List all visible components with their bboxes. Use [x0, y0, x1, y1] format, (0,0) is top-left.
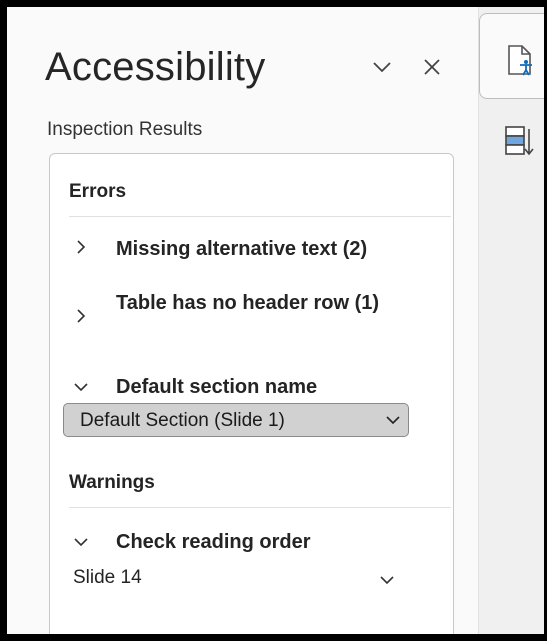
side-toolbar: [479, 7, 544, 634]
close-icon: [424, 59, 440, 75]
issue-check-reading-order[interactable]: Check reading order: [116, 525, 446, 559]
chevron-right-icon[interactable]: [74, 309, 88, 323]
reading-order-slide-item[interactable]: Slide 14: [73, 567, 142, 589]
pane-options-button[interactable]: [366, 51, 398, 83]
reading-order-icon[interactable]: [504, 125, 534, 159]
errors-heading: Errors: [69, 181, 127, 202]
chevron-down-icon: [386, 416, 400, 425]
app-frame: Accessibility Inspection Results Errors …: [7, 7, 544, 634]
issue-default-section-name[interactable]: Default section name: [116, 370, 446, 404]
divider: [69, 507, 451, 508]
close-pane-button[interactable]: [416, 51, 448, 83]
divider: [69, 216, 451, 217]
accessibility-tool-button[interactable]: [479, 13, 544, 99]
inspection-results-list: Errors Missing alternative text (2) Tabl…: [49, 153, 454, 634]
pane-title: Accessibility: [45, 45, 266, 89]
selected-result-default-section[interactable]: Default Section (Slide 1): [63, 403, 409, 437]
issue-table-no-header[interactable]: Table has no header row (1): [116, 286, 406, 320]
chevron-down-icon[interactable]: [380, 575, 394, 585]
accessibility-pane: Accessibility Inspection Results Errors …: [7, 7, 479, 634]
issue-missing-alt-text[interactable]: Missing alternative text (2): [116, 232, 446, 266]
warnings-heading: Warnings: [69, 472, 155, 493]
selected-result-label: Default Section (Slide 1): [80, 410, 285, 431]
chevron-down-icon: [373, 62, 391, 73]
chevron-down-icon[interactable]: [74, 535, 88, 549]
chevron-down-icon[interactable]: [74, 380, 88, 394]
accessibility-document-icon: [508, 45, 532, 76]
inspection-results-label: Inspection Results: [47, 119, 203, 140]
chevron-right-icon[interactable]: [74, 240, 88, 254]
